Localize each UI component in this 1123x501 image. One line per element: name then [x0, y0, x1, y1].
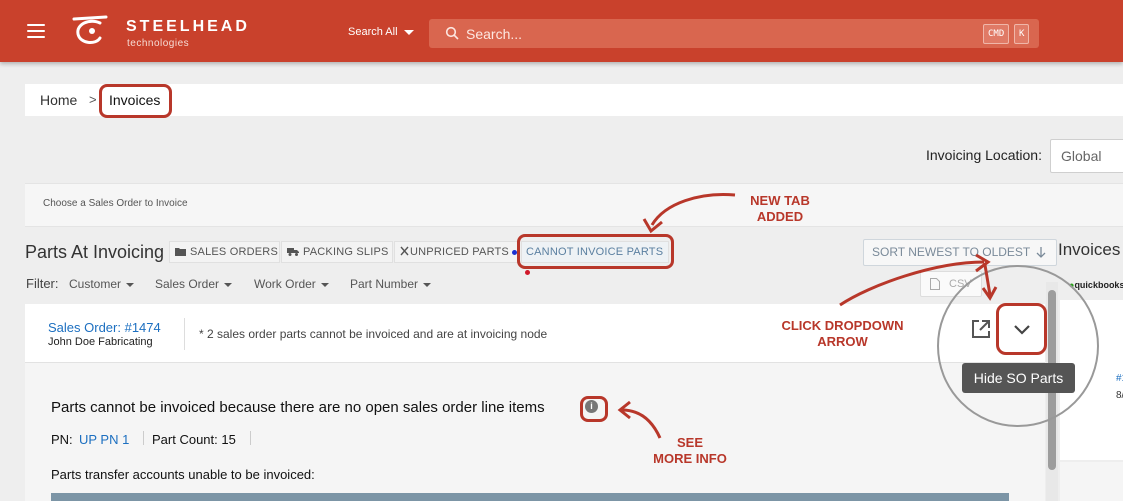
annotation-line: ADDED: [756, 209, 804, 224]
annotation-line: NEW TAB: [750, 193, 810, 208]
annotation-new-tab: NEW TAB ADDED: [728, 193, 832, 225]
annotation-click-dropdown: CLICK DROPDOWN ARROW: [760, 318, 925, 350]
annotation-line: ARROW: [817, 334, 868, 349]
annotation-arrows: [617, 193, 998, 439]
annotation-see-more-info: SEE MORE INFO: [640, 435, 740, 467]
annotation-line: SEE: [676, 435, 703, 450]
annotation-line: MORE INFO: [653, 451, 727, 466]
annotation-line: CLICK DROPDOWN: [781, 318, 904, 333]
